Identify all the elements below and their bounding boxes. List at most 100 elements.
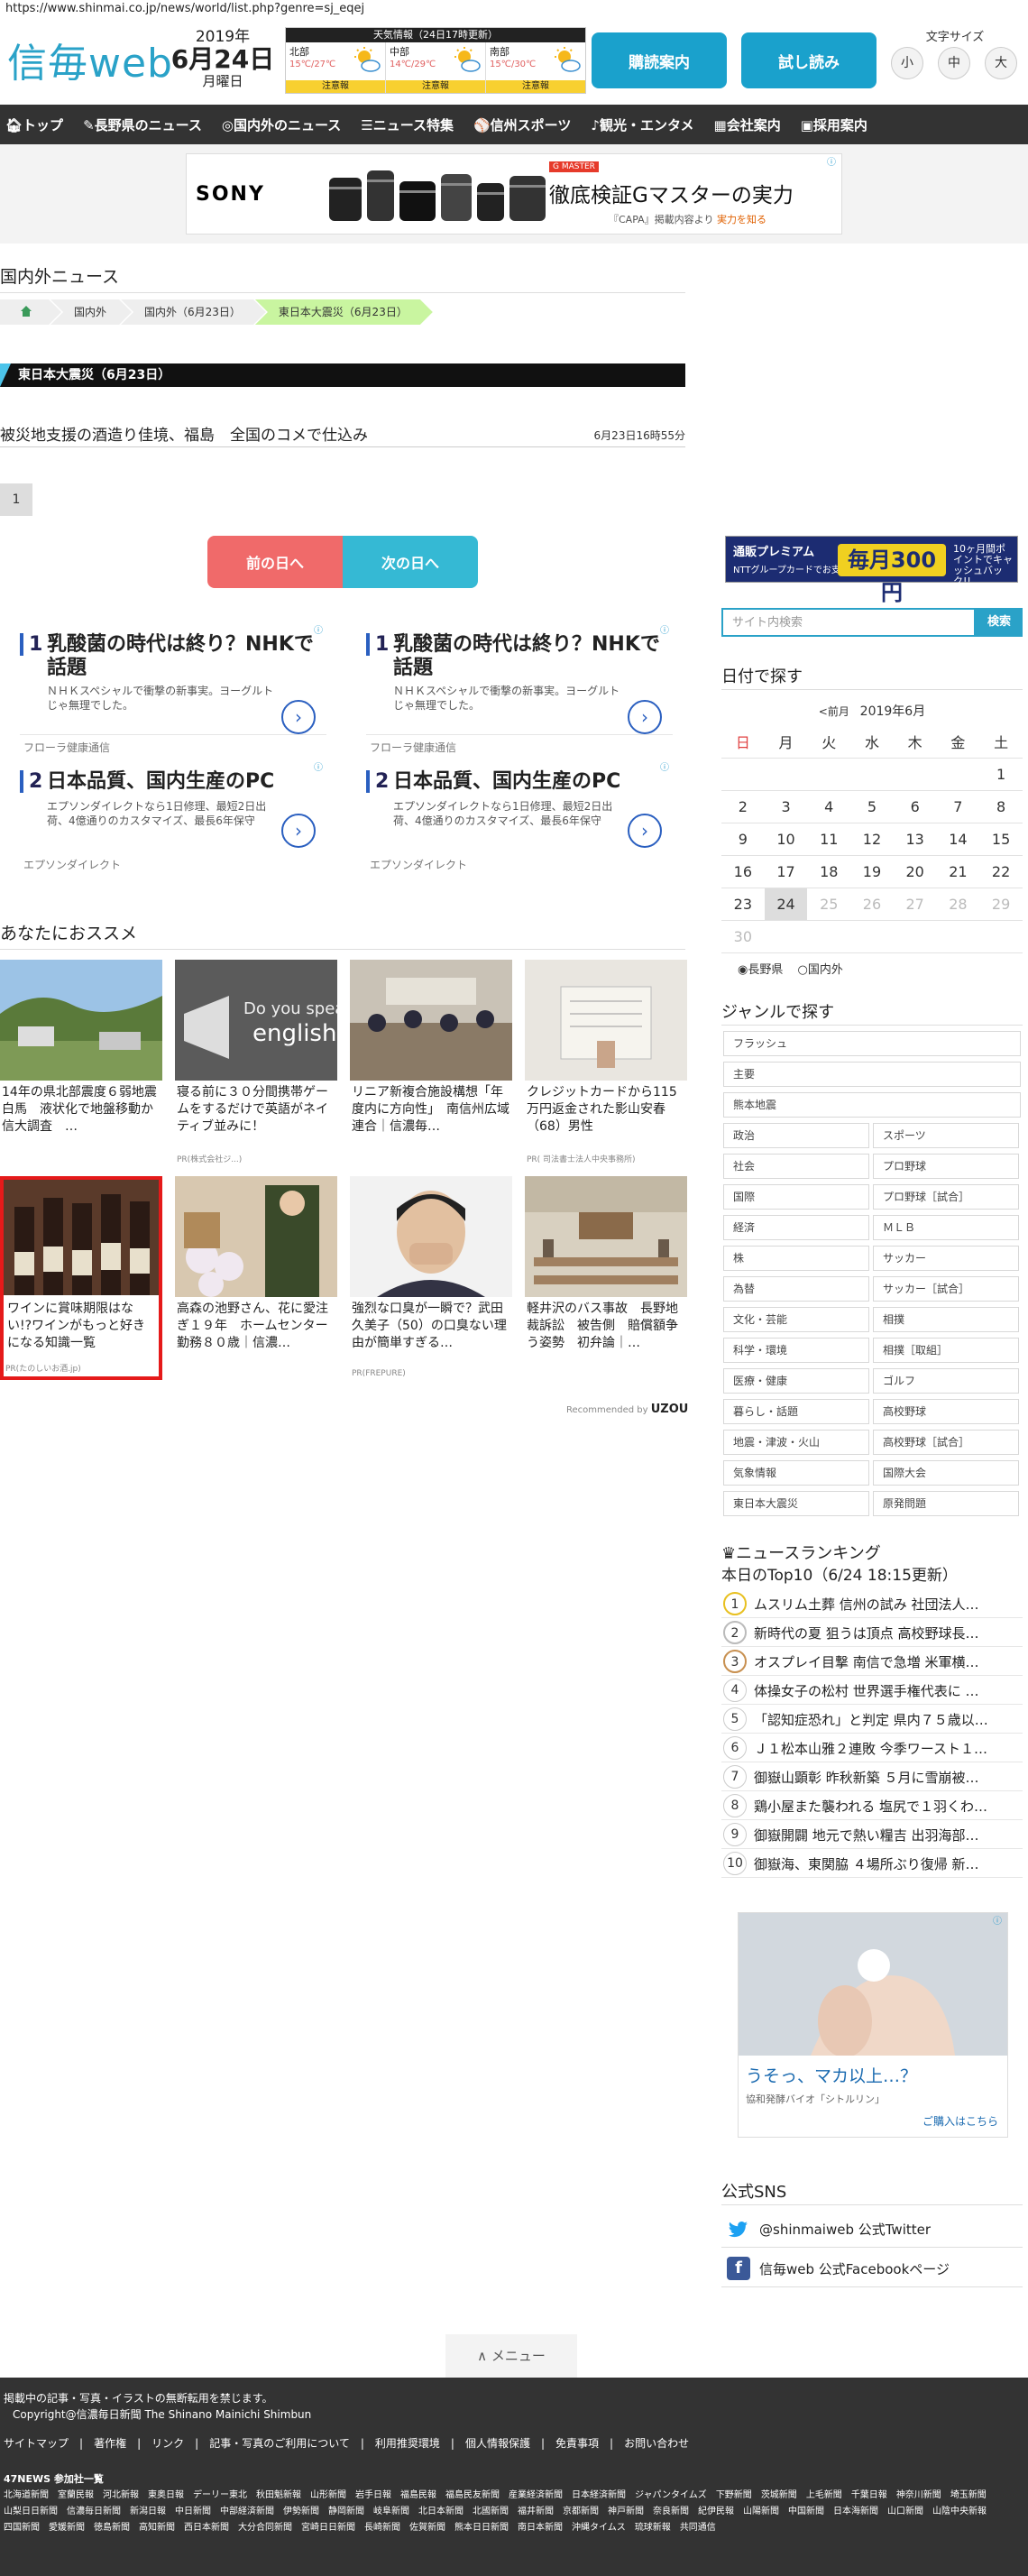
genre-item[interactable]: 文化・芸能 [723,1307,869,1332]
paper-link[interactable]: 山梨日日新聞 [4,2504,58,2520]
paper-link[interactable]: 南日本新聞 [518,2520,563,2536]
paper-link[interactable]: 産業経済新聞 [509,2488,563,2504]
paper-link[interactable]: 山口新聞 [887,2504,923,2520]
genre-item[interactable]: 原発問題 [873,1491,1019,1516]
footer-link[interactable]: 個人情報保護 [465,2437,530,2450]
genre-item[interactable]: 暮らし・話題 [723,1399,869,1424]
paper-link[interactable]: 紀伊民報 [698,2504,734,2520]
paper-link[interactable]: 熊本日日新聞 [454,2520,509,2536]
ranking-item[interactable]: 1 ムスリム土葬 信州の試み 社団法人… [721,1589,1023,1618]
nav-recruit[interactable]: ▣採用案内 [801,115,867,134]
paper-link[interactable]: 共同通信 [680,2520,716,2536]
paper-link[interactable]: 中国新聞 [788,2504,824,2520]
ranking-item[interactable]: 4 体操女子の松村 世界選手権代表に … [721,1676,1023,1705]
menu-button[interactable]: ∧ メニュー [445,2334,577,2378]
native-ad[interactable]: ⓘ 2 日本品質、国内生産のPC エプソンダイレクトなら1日修理、最短2日出荷、… [0,759,334,895]
arrow-right-icon[interactable]: › [281,700,316,734]
calendar-day[interactable]: 16 [721,855,765,888]
paper-link[interactable]: 奈良新聞 [653,2504,689,2520]
paper-link[interactable]: デーリー東北 [193,2488,247,2504]
paper-link[interactable]: 京都新聞 [563,2504,599,2520]
nav-top[interactable]: 🏠︎トップ [5,115,63,134]
calendar-day[interactable]: 6 [893,790,937,823]
paper-link[interactable]: 伊勢新聞 [283,2504,319,2520]
genre-item[interactable]: プロ野球 [873,1154,1019,1179]
ranking-item[interactable]: 9 御嶽開闢 地元で熱い糧吉 出羽海部… [721,1820,1023,1849]
ranking-item[interactable]: 5 「認知症恐れ」と判定 県内７５歳以… [721,1705,1023,1734]
calendar-day[interactable]: 14 [936,823,980,856]
paper-link[interactable]: 上毛新聞 [806,2488,842,2504]
genre-item[interactable]: サッカー［試合］ [873,1276,1019,1302]
paper-link[interactable]: 高知新聞 [139,2520,175,2536]
paper-link[interactable]: 山形新聞 [310,2488,346,2504]
paper-link[interactable]: 下野新聞 [716,2488,752,2504]
ranking-item[interactable]: 8 鶏小屋また襲われる 塩尻で１羽くわ… [721,1791,1023,1820]
paper-link[interactable]: 北海道新聞 [4,2488,49,2504]
genre-main[interactable]: 主要 [723,1062,1021,1087]
weather-south[interactable]: 南部 15℃/30℃ 注意報 [486,42,585,93]
genre-item[interactable]: 医療・健康 [723,1368,869,1394]
ad-choices-icon[interactable]: ⓘ [991,1917,1004,1927]
paper-link[interactable]: 大分合同新聞 [238,2520,292,2536]
ranking-item[interactable]: 6 Ｊ１松本山雅２連敗 今季ワースト１… [721,1734,1023,1762]
trial-button[interactable]: 試し読み [741,32,877,88]
ranking-item[interactable]: 3 オスプレイ目撃 南信で急増 米軍横… [721,1647,1023,1676]
recommend-card[interactable]: 高森の池野さん、花に愛注ぎ１９年 ホームセンター勤務８０歳｜信濃… [175,1176,337,1385]
genre-item[interactable]: 相撲 [873,1307,1019,1332]
nav-world[interactable]: ◎国内外のニュース [222,115,341,134]
calendar-day[interactable]: 22 [979,855,1023,888]
genre-item[interactable]: 相撲［取組］ [873,1338,1019,1363]
weather-north[interactable]: 北部 15℃/27℃ 注意報 [286,42,386,93]
calendar-day[interactable]: 8 [979,790,1023,823]
genre-item[interactable]: 国際 [723,1184,869,1210]
recommend-card[interactable]: 強烈な口臭が一瞬で？武田久美子（50）の口臭ない理由が簡単すぎる… PR(FRE… [350,1176,512,1385]
recommend-card[interactable]: 軽井沢のバス事故 長野地裁訴訟 被告側 賠償額争う姿勢 初弁論｜… [525,1176,687,1385]
paper-link[interactable]: 日本経済新聞 [572,2488,626,2504]
sidebar-ad[interactable]: ⓘ うそっ、マカ以上…？ 協和発酵バイオ「シトルリン」 ご購入はこちら [738,1912,1008,2138]
calendar-day[interactable]: 18 [807,855,851,888]
ranking-item[interactable]: 2 新時代の夏 狙うは頂点 高校野球長… [721,1618,1023,1647]
paper-link[interactable]: 佐賀新聞 [409,2520,445,2536]
paper-link[interactable]: 茨城新聞 [761,2488,797,2504]
calendar-day[interactable]: 10 [764,823,808,856]
footer-link[interactable]: 免責事項 [555,2437,599,2450]
nav-feature[interactable]: ☰ニュース特集 [361,115,454,134]
genre-item[interactable]: 社会 [723,1154,869,1179]
calendar-day[interactable]: 17 [764,855,808,888]
paper-link[interactable]: 日本海新聞 [833,2504,878,2520]
article-row[interactable]: 被災地支援の酒造り佳境、福島 全国のコメで仕込み 6月23日16時55分 [0,422,685,447]
paper-link[interactable]: 山陰中央新報 [932,2504,987,2520]
calendar-day[interactable]: 5 [850,790,894,823]
footer-link[interactable]: リンク [151,2437,184,2450]
paper-link[interactable]: 宮崎日日新聞 [301,2520,355,2536]
paper-link[interactable]: 岐阜新聞 [373,2504,409,2520]
paper-link[interactable]: 新潟日報 [130,2504,166,2520]
page-number-1[interactable]: 1 [0,483,32,516]
genre-item[interactable]: ＭＬＢ [873,1215,1019,1240]
calendar-day[interactable]: 20 [893,855,937,888]
genre-item[interactable]: プロ野球［試合］ [873,1184,1019,1210]
weather-central[interactable]: 中部 14℃/29℃ 注意報 [386,42,486,93]
paper-link[interactable]: 山陽新聞 [743,2504,779,2520]
footer-link[interactable]: 著作権 [94,2437,126,2450]
footer-link[interactable]: 記事・写真のご利用について [209,2437,350,2450]
weather-widget[interactable]: 天気情報（24日17時更新） 北部 15℃/27℃ 注意報 中部 14℃/29℃… [285,27,586,94]
genre-item[interactable]: ゴルフ [873,1368,1019,1394]
paper-link[interactable]: 神奈川新聞 [896,2488,941,2504]
radio-world[interactable]: ○国内外 [798,963,843,977]
genre-item[interactable]: 高校野球［試合］ [873,1430,1019,1455]
subscribe-button[interactable]: 購読案内 [592,32,727,88]
calendar-day[interactable]: 23 [721,888,765,921]
paper-link[interactable]: 西日本新聞 [184,2520,229,2536]
recommend-card[interactable]: Do you speak english? 寝る前に３０分間携帯ゲームをするだけで… [175,960,337,1169]
search-input[interactable] [721,608,976,637]
arrow-right-icon[interactable]: › [628,814,662,848]
calendar-day[interactable]: 3 [764,790,808,823]
genre-flash[interactable]: フラッシュ [723,1031,1021,1056]
font-large-button[interactable]: 大 [985,47,1017,79]
nav-sports[interactable]: ⚾信州スポーツ [473,115,571,134]
font-small-button[interactable]: 小 [891,47,923,79]
ranking-item[interactable]: 7 御嶽山顕彰 昨秋新築 ５月に雪崩被… [721,1762,1023,1791]
genre-item[interactable]: 気象情報 [723,1460,869,1486]
native-ad[interactable]: ⓘ 1 乳酸菌の時代は終り？NHKで話題 ＮＨＫスペシャルで衝撃の新事実。ヨーグ… [346,622,680,758]
